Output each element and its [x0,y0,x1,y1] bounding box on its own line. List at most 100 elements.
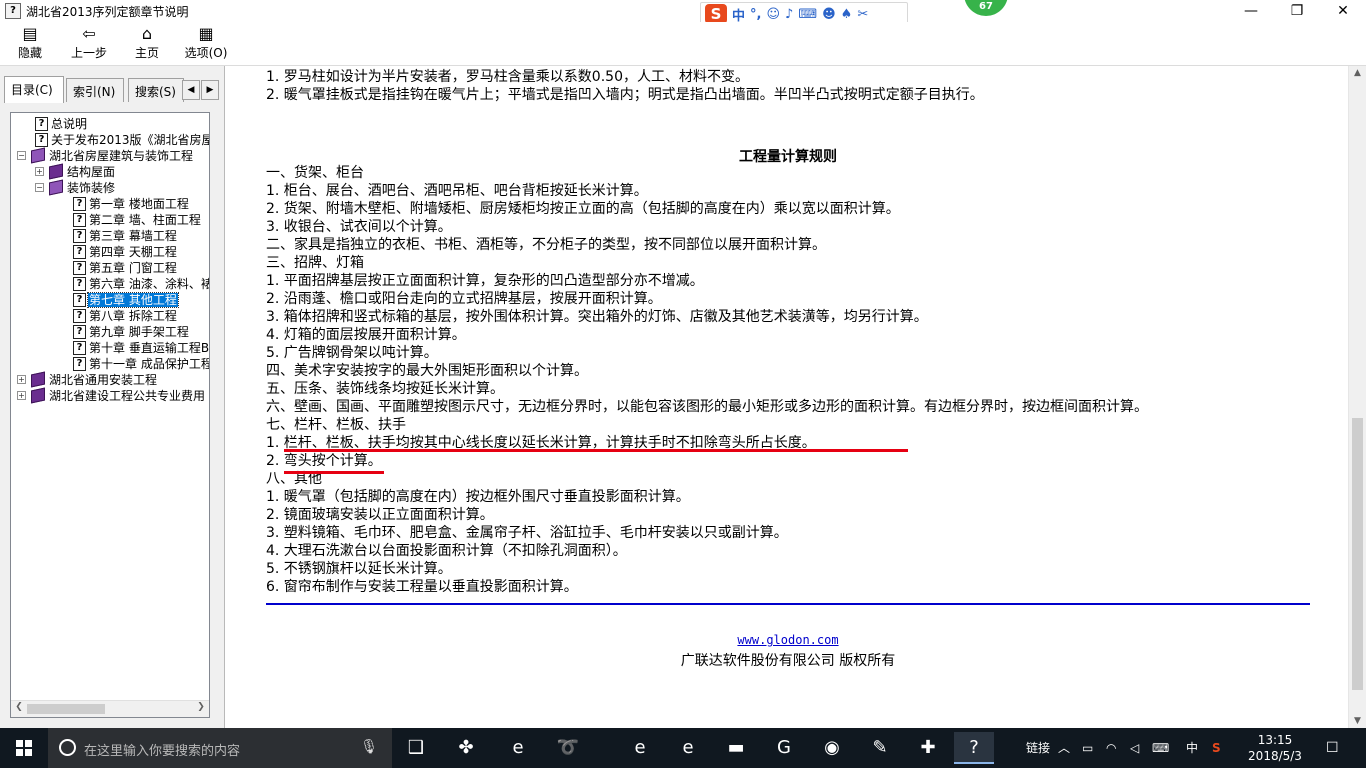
tree-item[interactable]: ? 第八章 拆除工程 [73,307,178,323]
section-title: 工程量计算规则 [739,149,837,165]
keyboard-tray-icon[interactable]: ⌨ [1152,728,1169,768]
tree-item[interactable]: ? 关于发布2013版《湖北省房屋 [35,131,209,147]
tree-item[interactable]: − 湖北省房屋建筑与装饰工程 [17,147,194,164]
battery-icon[interactable]: ▭ [1082,728,1093,768]
tree-item[interactable]: ? 总说明 [35,115,88,131]
window-title: 湖北省2013序列定额章节说明 [26,5,189,19]
book-icon [31,371,45,388]
tree-horizontal-scrollbar[interactable]: ❮ ❯ [11,700,209,717]
tree-item-label: 湖北省房屋建筑与装饰工程 [49,148,194,163]
pinwheel-app-icon[interactable]: ✤ [446,732,486,764]
tree-item[interactable]: ? 第五章 门窗工程 [73,259,178,275]
minimize-button[interactable]: — [1228,0,1274,22]
tree-item[interactable]: ? 第十章 垂直运输工程B [73,339,209,355]
tree-item-selected[interactable]: ? 第七章 其他工程 [73,291,179,308]
tab-contents[interactable]: 目录(C) [4,76,64,103]
expand-icon[interactable]: + [35,167,44,176]
book-icon [49,163,63,180]
expand-icon[interactable]: + [17,375,26,384]
content-line: 1. 罗马柱如设计为半片安装者，罗马柱含量乘以系数0.50，人工、材料不变。 [266,69,749,85]
scroll-right-icon[interactable]: ❯ [194,702,208,712]
notification-badge[interactable]: 67 [964,0,1008,16]
ime-punct-toggle[interactable]: °, [750,7,761,22]
keyboard-icon[interactable]: ⌨ [798,7,817,22]
collapse-icon[interactable]: − [17,151,26,160]
tree-item[interactable]: + 结构屋面 [35,163,116,180]
tab-index[interactable]: 索引(N) [66,78,124,102]
wifi-icon[interactable]: ◠ [1106,728,1116,768]
tab-scroll-left-icon[interactable]: ◀ [182,80,200,100]
sogou-logo-icon[interactable]: S [705,4,727,24]
smiley-icon[interactable]: ☺ [766,7,780,22]
restore-button[interactable]: ❐ [1274,0,1320,22]
scroll-up-icon[interactable]: ▲ [1349,68,1366,78]
tree-item-label: 湖北省通用安装工程 [49,372,158,387]
toolbar: ▤ 隐藏 ⇦ 上一步 ⌂ 主页 ▦ 选项(O) [0,22,1366,66]
tree-item[interactable]: ? 第二章 墙、柱面工程 [73,211,202,227]
home-icon: ⌂ [141,24,153,43]
file-explorer-icon[interactable]: ▬ [716,732,756,764]
hide-button[interactable]: ▤ 隐藏 [10,24,50,64]
rule-line: 5. 广告牌钢骨架以吨计算。 [266,345,438,361]
glodon-link[interactable]: www.glodon.com [228,633,1348,647]
tree-item[interactable]: − 装饰装修 [35,179,116,196]
task-view-icon[interactable]: ❑ [396,732,436,764]
help-page-icon: ? [73,324,86,339]
tree-item-label: 第七章 其他工程 [87,291,179,308]
tray-chevron-icon[interactable]: ︿ [1058,728,1070,768]
content-vertical-scrollbar[interactable]: ▲ ▼ [1348,66,1366,728]
volume-icon[interactable]: ◁ [1130,728,1139,768]
shirt-icon[interactable]: ♠ [841,7,853,22]
contents-tree[interactable]: ? 总说明? 关于发布2013版《湖北省房屋 − 湖北省房屋建筑与装饰工程 + 结构屋面 − 装… [10,112,210,718]
tree-item-label: 第一章 楼地面工程 [89,196,189,211]
sogou-tray-icon[interactable]: S [1212,728,1221,768]
green-browser-icon[interactable]: ◉ [812,732,852,764]
start-button[interactable] [0,728,48,768]
back-button[interactable]: ⇦ 上一步 [66,24,112,64]
rule-line: 2. 沿雨蓬、檐口或阳台走向的立式招牌基层，按展开面积计算。 [266,291,662,307]
tree-item[interactable]: ? 第六章 油漆、涂料、裱 [73,275,209,291]
scroll-thumb[interactable] [27,704,105,714]
tree-item[interactable]: ? 第四章 天棚工程 [73,243,178,259]
rule-line: 二、家具是指独立的衣柜、书柜、酒柜等，不分柜子的类型，按不同部位以展开面积计算。 [266,237,826,253]
edge-icon[interactable]: e [620,732,660,764]
tray-link-label[interactable]: 链接 [1026,728,1050,768]
collapse-icon[interactable]: − [35,183,44,192]
vertical-scroll-thumb[interactable] [1352,418,1363,690]
nav-tabs: 目录(C) 索引(N) 搜索(S) ◀ ▶ [4,76,222,103]
tree-item[interactable]: ? 第三章 幕墙工程 [73,227,178,243]
notifications-icon[interactable]: ☐ [1326,728,1339,768]
ie-icon[interactable]: e [498,732,538,764]
help-page-icon: ? [73,260,86,275]
home-button[interactable]: ⌂ 主页 [128,24,166,64]
tab-search[interactable]: 搜索(S) [128,78,184,102]
clock[interactable]: 13:15 2018/5/3 [1238,732,1312,764]
scroll-left-icon[interactable]: ❮ [12,702,26,712]
user-icon[interactable]: ☻ [822,7,836,22]
red-underline-annotation [284,449,908,452]
tree-item[interactable]: ? 第十一章 成品保护工程 [73,355,209,371]
tree-item[interactable]: ? 第九章 脚手架工程 [73,323,190,339]
close-button[interactable]: ✕ [1320,0,1366,22]
tab-scroll-right-icon[interactable]: ▶ [201,80,219,100]
ie-blue-icon[interactable]: e [668,732,708,764]
microphone-icon[interactable]: 🎙 [360,739,378,755]
plus-app-icon[interactable]: ✚ [908,732,948,764]
notes-app-icon[interactable]: ✎ [860,732,900,764]
options-button[interactable]: ▦ 选项(O) [183,24,229,64]
expand-icon[interactable]: + [17,391,26,400]
tree-item[interactable]: ? 第一章 楼地面工程 [73,195,190,211]
help-page-icon: ? [73,292,86,307]
wrench-icon[interactable]: ✂ [857,7,868,22]
help-page-icon: ? [73,340,86,355]
help-file-icon[interactable]: ? [954,732,994,764]
tree-item[interactable]: + 湖北省通用安装工程 [17,371,158,388]
scroll-down-icon[interactable]: ▼ [1349,716,1366,726]
glodon-g-icon[interactable]: G [764,732,804,764]
mic-icon[interactable]: ♪ [785,7,793,22]
ime-lang-toggle[interactable]: 中 [732,5,745,24]
swirl-app-icon[interactable]: ➰ [548,732,588,764]
taskbar-search-box[interactable]: 在这里输入你要搜索的内容 🎙 [48,728,392,768]
tray-ime-lang[interactable]: 中 [1186,728,1198,768]
tree-item[interactable]: + 湖北省建设工程公共专业费用 [17,387,206,404]
